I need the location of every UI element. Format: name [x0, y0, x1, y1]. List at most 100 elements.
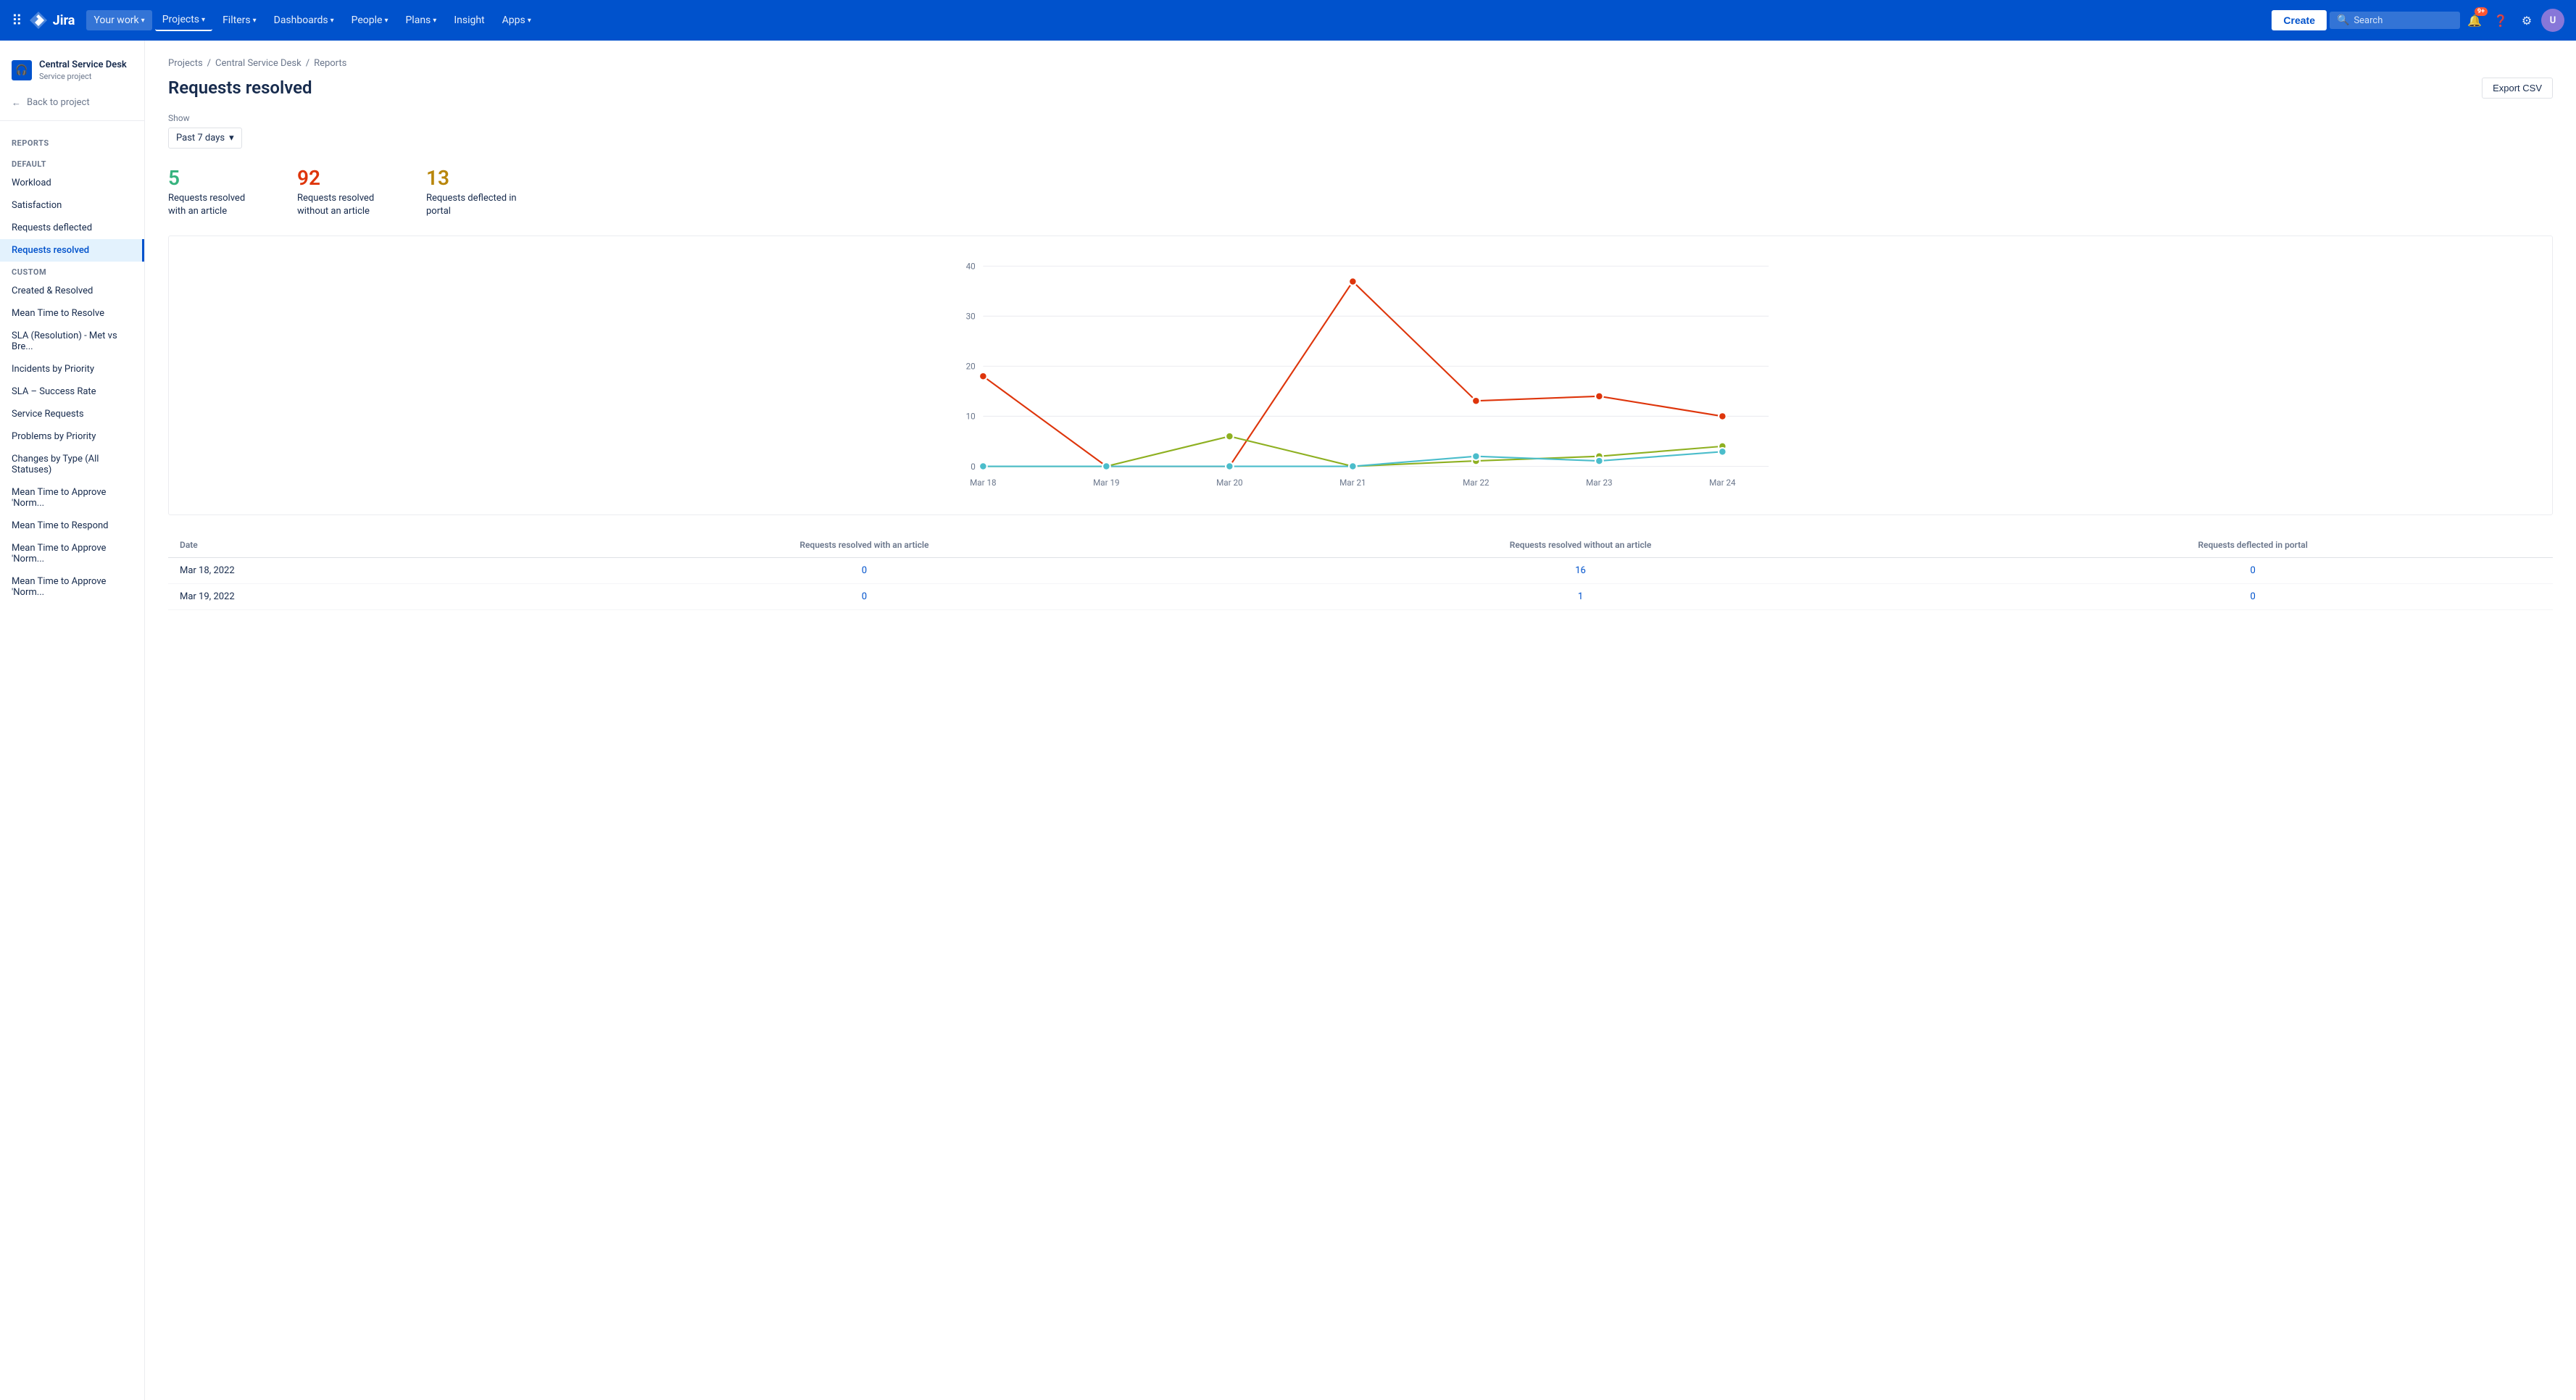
grid-icon[interactable]: ⠿ [12, 12, 22, 29]
stat-resolved-without-article: 92 Requests resolved without an article [297, 166, 391, 218]
notification-badge: 9+ [2475, 7, 2488, 16]
chevron-down-icon: ▾ [253, 17, 257, 25]
show-filter: Show Past 7 days ▾ [168, 113, 2553, 149]
svg-text:Mar 22: Mar 22 [1463, 478, 1489, 488]
cell-col2-1: 16 [1208, 557, 1953, 583]
back-icon: ← [12, 97, 21, 109]
project-name: Central Service Desk [39, 59, 127, 72]
svg-text:40: 40 [966, 261, 976, 271]
jira-logo[interactable]: Jira [28, 10, 75, 30]
nav-filters[interactable]: Filters ▾ [215, 10, 264, 30]
svg-text:30: 30 [966, 312, 976, 322]
col-resolved-without-article: Requests resolved without an article [1208, 533, 1953, 558]
search-icon: 🔍 [2337, 14, 2349, 26]
settings-button[interactable]: ⚙ [2515, 9, 2538, 32]
stat-deflected-portal: 13 Requests deflected in portal [426, 166, 520, 218]
custom-section-header: CUSTOM [0, 262, 144, 280]
sidebar-item-changes-type[interactable]: Changes by Type (All Statuses) [0, 448, 144, 481]
time-filter-dropdown[interactable]: Past 7 days ▾ [168, 128, 242, 149]
nav-your-work[interactable]: Your work ▾ [86, 10, 151, 30]
breadcrumb-separator-2: / [306, 58, 309, 69]
col-resolved-with-article: Requests resolved with an article [520, 533, 1208, 558]
chevron-down-icon: ▾ [229, 133, 234, 143]
sidebar: 🎧 Central Service Desk Service project ←… [0, 41, 145, 1400]
col-deflected-portal: Requests deflected in portal [1953, 533, 2553, 558]
project-type: Service project [39, 72, 127, 81]
sidebar-item-workload[interactable]: Workload [0, 172, 144, 194]
svg-text:Mar 20: Mar 20 [1216, 478, 1243, 488]
sidebar-item-mean-time-approve-1[interactable]: Mean Time to Approve 'Norm... [0, 481, 144, 514]
export-csv-button[interactable]: Export CSV [2482, 78, 2553, 99]
avatar[interactable]: U [2541, 9, 2564, 32]
chart-container: 40 30 20 10 0 Mar 18 Mar 19 Mar 20 Mar 2… [168, 236, 2553, 515]
breadcrumb-central-service-desk[interactable]: Central Service Desk [215, 58, 302, 69]
stat-resolved-with-article: 5 Requests resolved with an article [168, 166, 262, 218]
stat-label-1: Requests resolved with an article [168, 192, 262, 218]
sidebar-item-sla-success[interactable]: SLA – Success Rate [0, 380, 144, 403]
search-box[interactable]: 🔍 Search [2330, 12, 2460, 29]
svg-text:0: 0 [971, 462, 976, 472]
chevron-down-icon: ▾ [201, 16, 205, 24]
nav-apps[interactable]: Apps ▾ [495, 10, 539, 30]
sidebar-item-mean-time-approve-3[interactable]: Mean Time to Approve 'Norm... [0, 570, 144, 604]
breadcrumb-separator: / [207, 58, 211, 69]
table-row: Mar 19, 2022 0 1 0 [168, 583, 2553, 609]
page-title: Requests resolved [168, 78, 312, 98]
sidebar-item-service-requests[interactable]: Service Requests [0, 403, 144, 425]
sidebar-item-sla-resolution[interactable]: SLA (Resolution) - Met vs Bre... [0, 325, 144, 358]
notifications-button[interactable]: 🔔 9+ [2463, 9, 2486, 32]
chevron-down-icon: ▾ [433, 17, 436, 25]
chevron-down-icon: ▾ [141, 17, 145, 25]
stat-label-2: Requests resolved without an article [297, 192, 391, 218]
nav-insight[interactable]: Insight [446, 10, 491, 30]
cell-col3-2: 0 [1953, 583, 2553, 609]
back-to-project-button[interactable]: ← Back to project [0, 91, 144, 114]
sidebar-item-mean-time-respond[interactable]: Mean Time to Respond [0, 514, 144, 537]
page-header: Requests resolved Export CSV [168, 78, 2553, 99]
stat-label-3: Requests deflected in portal [426, 192, 520, 218]
cell-col1-2: 0 [520, 583, 1208, 609]
svg-text:Mar 18: Mar 18 [970, 478, 997, 488]
nav-projects[interactable]: Projects ▾ [155, 9, 212, 31]
svg-text:Mar 23: Mar 23 [1586, 478, 1613, 488]
stats-row: 5 Requests resolved with an article 92 R… [168, 166, 2553, 218]
stat-number-3: 13 [426, 166, 520, 191]
main-content: Projects / Central Service Desk / Report… [145, 41, 2576, 1400]
sidebar-item-requests-resolved[interactable]: Requests resolved [0, 239, 144, 262]
show-label: Show [168, 113, 2553, 123]
sidebar-item-problems-priority[interactable]: Problems by Priority [0, 425, 144, 448]
help-button[interactable]: ❓ [2489, 9, 2512, 32]
nav-plans[interactable]: Plans ▾ [398, 10, 444, 30]
chevron-down-icon: ▾ [384, 17, 388, 25]
cell-col3-1: 0 [1953, 557, 2553, 583]
default-section-header: DEFAULT [0, 154, 144, 172]
sidebar-item-mean-time-resolve[interactable]: Mean Time to Resolve [0, 302, 144, 325]
top-navigation: ⠿ Jira Your work ▾ Projects ▾ Filters ▾ … [0, 0, 2576, 41]
nav-dashboards[interactable]: Dashboards ▾ [267, 10, 341, 30]
nav-people[interactable]: People ▾ [344, 10, 396, 30]
sidebar-project: 🎧 Central Service Desk Service project [0, 52, 144, 91]
sidebar-item-satisfaction[interactable]: Satisfaction [0, 194, 144, 217]
line-chart: 40 30 20 10 0 Mar 18 Mar 19 Mar 20 Mar 2… [183, 251, 2538, 497]
stat-number-2: 92 [297, 166, 391, 191]
create-button[interactable]: Create [2272, 10, 2327, 30]
svg-text:Mar 24: Mar 24 [1709, 478, 1736, 488]
sidebar-item-incidents-priority[interactable]: Incidents by Priority [0, 358, 144, 380]
sidebar-item-mean-time-approve-2[interactable]: Mean Time to Approve 'Norm... [0, 537, 144, 570]
svg-text:Mar 19: Mar 19 [1093, 478, 1120, 488]
svg-text:20: 20 [966, 362, 976, 372]
sidebar-item-created-resolved[interactable]: Created & Resolved [0, 280, 144, 302]
sidebar-item-requests-deflected[interactable]: Requests deflected [0, 217, 144, 239]
table-row: Mar 18, 2022 0 16 0 [168, 557, 2553, 583]
data-table: Date Requests resolved with an article R… [168, 533, 2553, 610]
cell-date-1: Mar 18, 2022 [168, 557, 520, 583]
cell-col1-1: 0 [520, 557, 1208, 583]
col-date: Date [168, 533, 520, 558]
breadcrumb-projects[interactable]: Projects [168, 58, 203, 69]
reports-heading: Reports [0, 127, 144, 154]
chevron-down-icon: ▾ [528, 17, 531, 25]
svg-text:Mar 21: Mar 21 [1339, 478, 1366, 488]
chevron-down-icon: ▾ [331, 17, 334, 25]
stat-number-1: 5 [168, 166, 262, 191]
project-icon: 🎧 [12, 60, 32, 80]
